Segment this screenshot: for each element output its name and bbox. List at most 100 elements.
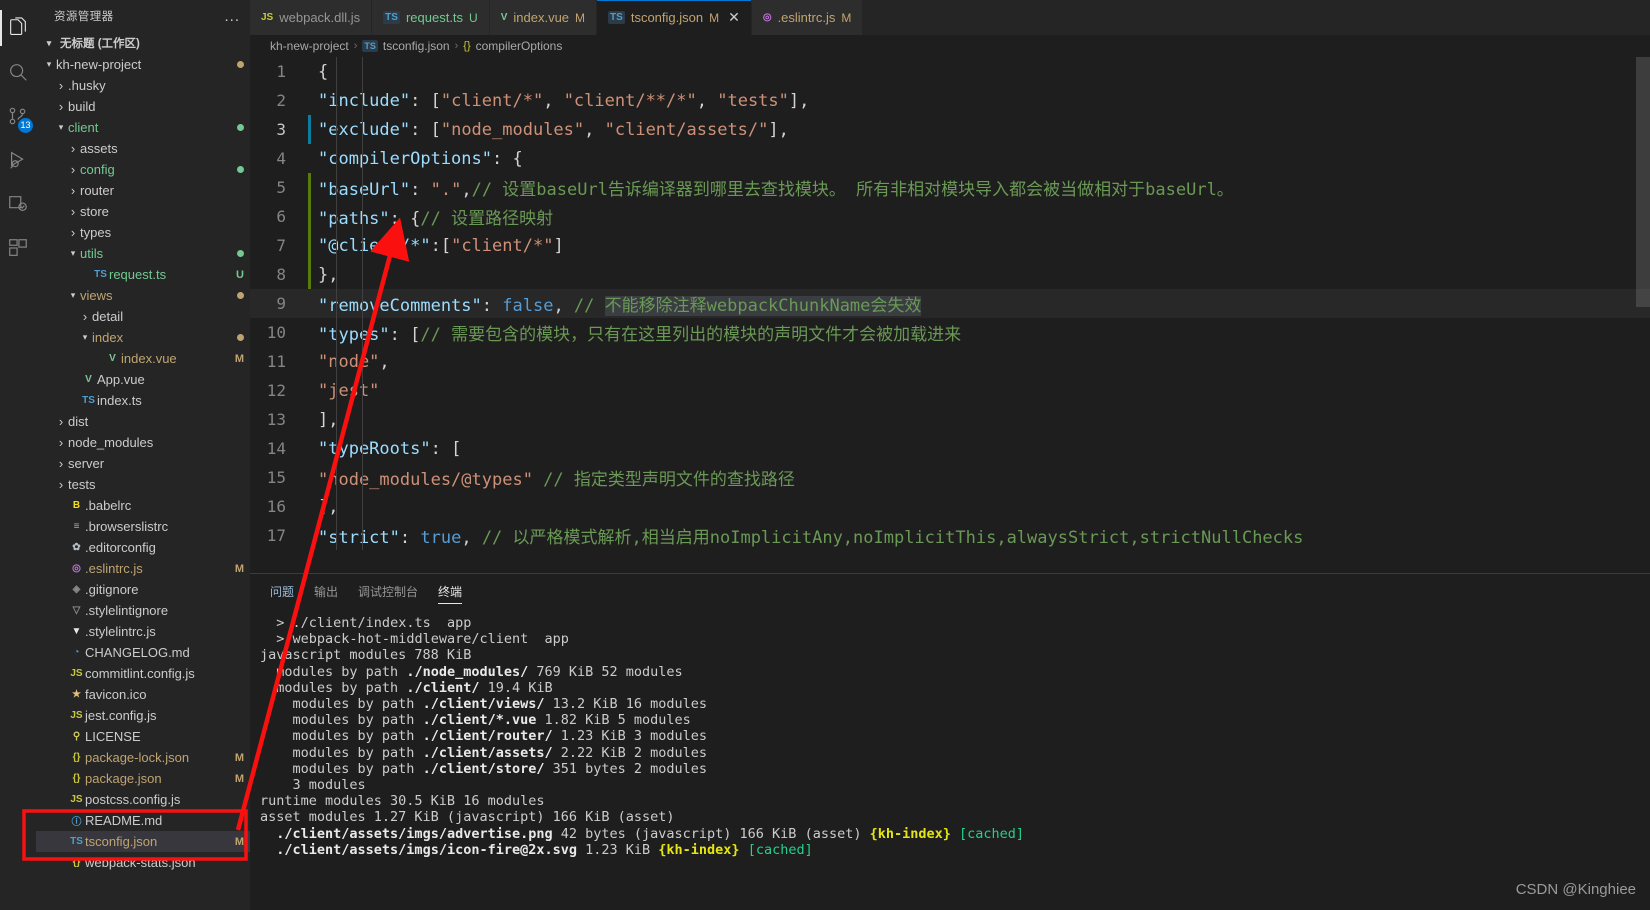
tree-item[interactable]: {} package.json M: [36, 768, 250, 789]
code-editor[interactable]: 1{2 "include": ["client/*", "client/**/*…: [250, 57, 1650, 573]
editor-tab[interactable]: Vindex.vue M: [489, 0, 598, 35]
tree-item[interactable]: ✿ .editorconfig: [36, 537, 250, 558]
editor-scrollbar[interactable]: [1636, 57, 1650, 307]
git-status-badge: M: [234, 772, 244, 785]
terminal-token: 42 bytes (javascript) 166 KiB (asset): [552, 825, 870, 842]
tab-modified-badge: M: [709, 10, 720, 25]
tab-file-icon: JS: [261, 12, 274, 23]
tree-item[interactable]: B .babelrc: [36, 495, 250, 516]
terminal-token: 1.23 KiB: [577, 841, 659, 858]
tree-item[interactable]: ▽ .stylelintignore: [36, 600, 250, 621]
activity-run-debug[interactable]: [0, 138, 36, 182]
tree-item-label: views: [80, 288, 113, 303]
tree-item-label: tsconfig.json: [85, 834, 158, 849]
panel-tab[interactable]: 输出: [314, 574, 338, 609]
panel-tab[interactable]: 终端: [438, 574, 463, 609]
tree-item[interactable]: ◈ .gitignore: [36, 579, 250, 600]
tree-item[interactable]: TS index.ts: [36, 390, 250, 411]
breadcrumb-separator-icon: ›: [353, 40, 358, 52]
chevron-down-icon: ▾: [46, 37, 52, 48]
panel-tab[interactable]: 问题: [270, 574, 294, 609]
code-token: "node_modules": [440, 119, 585, 140]
breadcrumb-symbol[interactable]: compilerOptions: [476, 39, 563, 53]
tree-item[interactable]: ▾ utils: [36, 243, 250, 264]
workspace-root-row[interactable]: ▾ 无标题 (工作区): [36, 32, 250, 54]
tree-item-label: kh-new-project: [56, 57, 142, 72]
tree-item[interactable]: JS jest.config.js: [36, 705, 250, 726]
line-number: 9: [276, 294, 286, 313]
tree-item[interactable]: › dist: [36, 411, 250, 432]
tree-item[interactable]: {} package-lock.json M: [36, 747, 250, 768]
indent-guide: [362, 57, 363, 550]
chevron-right-icon: ›: [70, 225, 76, 240]
tree-item-label: package-lock.json: [85, 750, 190, 765]
activity-testing[interactable]: [0, 182, 36, 226]
activity-search[interactable]: [0, 50, 36, 94]
tree-item[interactable]: ▾ index: [36, 327, 250, 348]
tree-item[interactable]: › config: [36, 159, 250, 180]
activity-source-control[interactable]: 13: [0, 94, 36, 138]
line-number: 10: [266, 323, 286, 342]
tree-item[interactable]: JS postcss.config.js: [36, 789, 250, 810]
tree-item[interactable]: TS request.ts U: [36, 264, 250, 285]
folder-status-dot: [237, 292, 244, 299]
line-number: 14: [266, 439, 286, 458]
code-token: // 指定类型声明文件的查找路径: [532, 470, 795, 490]
terminal-token: ./client/assets/imgs/advertise.png: [276, 825, 553, 842]
gutter-change-marker: [308, 231, 311, 260]
terminal-token: 3 modules: [260, 777, 366, 794]
code-token: // 需要包含的模块，只有在这里列出的模块的声明文件才会被加载进来: [420, 325, 962, 345]
tree-item[interactable]: › detail: [36, 306, 250, 327]
terminal-output[interactable]: > ./client/index.ts app > webpack-hot-mi…: [250, 609, 1650, 858]
tree-item[interactable]: › .husky: [36, 75, 250, 96]
tree-item-label: package.json: [85, 771, 162, 786]
tree-item[interactable]: › store: [36, 201, 250, 222]
activity-explorer[interactable]: [0, 6, 36, 50]
tree-item[interactable]: ▾ kh-new-project: [36, 54, 250, 75]
breadcrumb-file[interactable]: tsconfig.json: [383, 39, 450, 53]
tree-item[interactable]: {} webpack-stats.json: [36, 852, 250, 873]
tree-item[interactable]: TS tsconfig.json M: [36, 831, 250, 852]
file-type-icon: ◔: [73, 647, 80, 658]
chevron-right-icon: ›: [58, 477, 64, 492]
explorer-more-actions-icon[interactable]: ...: [224, 8, 240, 25]
tree-item[interactable]: › assets: [36, 138, 250, 159]
breadcrumb-root[interactable]: kh-new-project: [270, 39, 349, 53]
panel-tab[interactable]: 调试控制台: [358, 574, 418, 609]
code-line: 2 "include": ["client/*", "client/**/*",…: [250, 86, 1650, 115]
tree-item[interactable]: › types: [36, 222, 250, 243]
tree-item[interactable]: › server: [36, 453, 250, 474]
editor-tab[interactable]: JS webpack.dll.js: [250, 0, 373, 35]
tree-item[interactable]: › node_modules: [36, 432, 250, 453]
tree-item[interactable]: ▾ client: [36, 117, 250, 138]
tree-item[interactable]: ◎ .eslintrc.js M: [36, 558, 250, 579]
code-line: 10 "types": [// 需要包含的模块，只有在这里列出的模块的声明文件才…: [250, 318, 1650, 347]
tree-item[interactable]: ⓘ README.md: [36, 810, 250, 831]
tree-item[interactable]: › build: [36, 96, 250, 117]
tree-item[interactable]: V App.vue: [36, 369, 250, 390]
line-number: 4: [276, 149, 286, 168]
tree-item[interactable]: ⚲ LICENSE: [36, 726, 250, 747]
tree-item[interactable]: ★ favicon.ico: [36, 684, 250, 705]
vscode-window: 13 资源管理器 ... ▾ 无标题 (工作区) ▾ kh-new-projec…: [0, 0, 1650, 910]
gutter-change-marker: [308, 115, 311, 144]
activity-extensions[interactable]: [0, 226, 36, 270]
tree-item[interactable]: › router: [36, 180, 250, 201]
file-type-icon: ≡: [73, 521, 80, 532]
tree-item[interactable]: › tests: [36, 474, 250, 495]
editor-tab[interactable]: TS request.ts U: [372, 0, 490, 35]
tree-item[interactable]: ▼ .stylelintrc.js: [36, 621, 250, 642]
editor-tab[interactable]: TS tsconfig.json M ✕: [597, 0, 752, 35]
close-icon[interactable]: ✕: [728, 9, 740, 26]
tree-item[interactable]: ▾ views: [36, 285, 250, 306]
code-line-text: "strict": true, // 以严格模式解析,相当启用noImplici…: [308, 523, 1303, 548]
tree-item[interactable]: JS commitlint.config.js: [36, 663, 250, 684]
file-type-icon: ⚲: [72, 731, 81, 742]
code-line-text: "exclude": ["node_modules", "client/asse…: [308, 120, 789, 140]
tree-item[interactable]: ≡ .browserslistrc: [36, 516, 250, 537]
tree-item[interactable]: Vindex.vue M: [36, 348, 250, 369]
tree-item-label: .babelrc: [85, 498, 132, 513]
editor-tab[interactable]: ◎ .eslintrc.js M: [751, 0, 864, 35]
tree-item[interactable]: ◔ CHANGELOG.md: [36, 642, 250, 663]
